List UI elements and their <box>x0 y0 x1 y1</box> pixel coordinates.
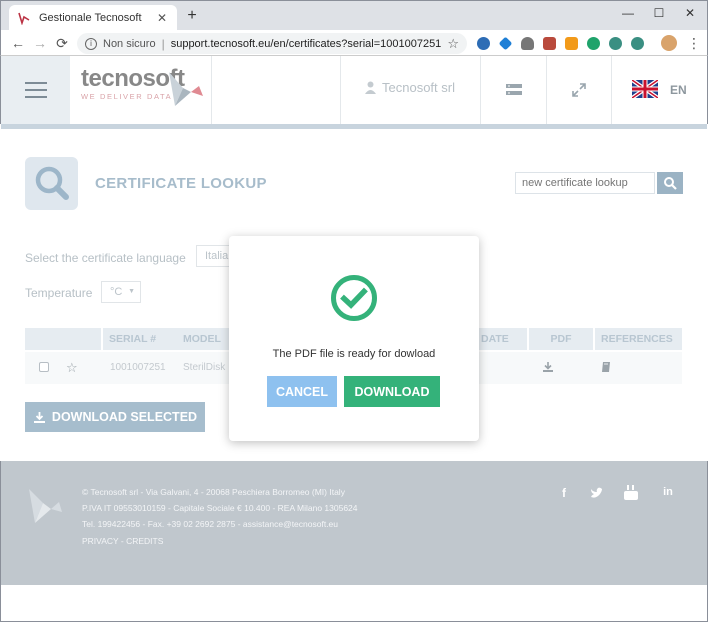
extension-icon-eye-2[interactable] <box>631 37 644 50</box>
crane-logo-icon <box>169 72 203 106</box>
facebook-icon[interactable]: f <box>556 486 572 500</box>
row-model: SterilDisk <box>183 362 226 373</box>
language-label: Select the certificate language <box>25 251 186 265</box>
user-icon <box>365 81 376 94</box>
browser-toolbar: ← → ⟳ i Non sicuro | support.tecnosoft.e… <box>0 30 708 56</box>
header-divider <box>546 56 547 124</box>
browser-tab[interactable]: Gestionale Tecnosoft ✕ <box>9 5 177 31</box>
lookup-search-button[interactable] <box>657 172 683 194</box>
url-text[interactable]: support.tecnosoft.eu/en/certificates?ser… <box>171 38 448 50</box>
column-date[interactable]: DATE <box>475 328 527 350</box>
bookmark-star-icon[interactable]: ☆ <box>447 36 459 52</box>
temperature-value: °C <box>110 286 123 298</box>
star-icon[interactable]: ☆ <box>66 360 78 376</box>
column-references[interactable]: REFERENCES <box>595 328 682 350</box>
dropbox-icon[interactable] <box>498 36 513 51</box>
book-icon[interactable] <box>600 361 612 373</box>
row-serial: 1001007251 <box>110 362 166 373</box>
footer-contacts[interactable]: Tel. 199422456 - Fax. +39 02 2692 2875 -… <box>82 519 338 529</box>
footer-address: © Tecnosoft srl - Via Galvani, 4 - 20068… <box>82 487 345 497</box>
download-button[interactable]: DOWNLOAD <box>344 376 440 407</box>
temperature-label: Temperature <box>25 286 93 300</box>
youtube-icon[interactable] <box>624 485 638 500</box>
reload-button[interactable]: ⟳ <box>53 34 71 52</box>
maximize-button[interactable]: ☐ <box>644 3 674 23</box>
language-selector[interactable]: EN <box>670 83 687 97</box>
profile-avatar-icon[interactable] <box>661 35 677 51</box>
rss-icon[interactable] <box>565 37 578 50</box>
fullscreen-icon[interactable] <box>569 80 589 100</box>
column-serial[interactable]: SERIAL # <box>103 328 177 350</box>
browser-tab-bar: Gestionale Tecnosoft ✕ + — ☐ ✕ <box>0 0 708 31</box>
column-pdf[interactable]: PDF <box>529 328 593 350</box>
page-title: CERTIFICATE LOOKUP <box>95 175 267 192</box>
temperature-select[interactable]: °C ▼ <box>101 281 141 303</box>
success-check-icon <box>331 275 377 321</box>
magnifier-icon <box>35 166 69 200</box>
column-model[interactable]: MODEL <box>177 328 231 350</box>
download-ready-dialog: The PDF file is ready for dowload CANCEL… <box>229 236 479 441</box>
dialog-message: The PDF file is ready for dowload <box>272 348 436 360</box>
extension-icon-1[interactable] <box>477 37 490 50</box>
info-icon[interactable]: i <box>85 37 97 50</box>
footer-links[interactable]: PRIVACY - CREDITS <box>82 536 163 546</box>
header-divider <box>611 56 612 124</box>
chevron-down-icon: ▼ <box>128 288 135 295</box>
cloud-icon[interactable] <box>521 37 534 50</box>
tab-title: Gestionale Tecnosoft <box>39 12 142 24</box>
search-icon <box>664 177 677 190</box>
pdf-extension-icon[interactable] <box>543 37 556 50</box>
close-window-button[interactable]: ✕ <box>675 3 705 23</box>
uk-flag-icon[interactable] <box>632 80 658 98</box>
row-checkbox[interactable] <box>39 362 49 372</box>
download-selected-button[interactable]: DOWNLOAD SELECTED <box>25 402 205 432</box>
table-header-select <box>25 328 101 350</box>
forward-button[interactable]: → <box>31 34 49 52</box>
search-tile <box>25 157 78 210</box>
minimize-button[interactable]: — <box>613 3 643 23</box>
hamburger-icon <box>24 82 47 98</box>
site-header: tecnosoft WE DELIVER DATA Tecnosoft srl <box>0 56 708 129</box>
download-selected-label: DOWNLOAD SELECTED <box>51 410 198 424</box>
twitter-icon[interactable] <box>590 487 604 499</box>
company-name: Tecnosoft srl <box>382 80 455 95</box>
server-icon[interactable] <box>504 80 524 100</box>
cancel-button[interactable]: CANCEL <box>267 376 337 407</box>
extension-icon-a[interactable] <box>587 37 600 50</box>
extension-icon-eye-1[interactable] <box>609 37 622 50</box>
header-divider <box>480 56 481 124</box>
address-bar[interactable]: i Non sicuro | support.tecnosoft.eu/en/c… <box>77 33 467 54</box>
pdf-download-icon[interactable] <box>542 361 554 373</box>
certificate-lookup-input[interactable] <box>515 172 655 194</box>
footer-vat: P.IVA IT 09553010159 - Capitale Sociale … <box>82 503 358 513</box>
footer-crane-logo-icon <box>29 489 62 523</box>
menu-button[interactable] <box>1 56 70 124</box>
security-label: Non sicuro <box>103 37 156 50</box>
url-separator: | <box>161 36 165 51</box>
tecnosoft-logo[interactable]: tecnosoft WE DELIVER DATA <box>81 66 211 116</box>
new-tab-button[interactable]: + <box>183 7 201 25</box>
tab-close-icon[interactable]: ✕ <box>155 11 169 25</box>
tecnosoft-favicon-icon <box>17 11 31 26</box>
linkedin-icon[interactable]: in <box>660 486 676 498</box>
page-bottom-area <box>0 585 708 622</box>
download-icon <box>33 411 45 423</box>
user-menu[interactable]: Tecnosoft srl <box>365 80 455 95</box>
header-divider <box>211 56 212 124</box>
header-divider <box>340 56 341 124</box>
back-button[interactable]: ← <box>9 34 27 52</box>
header-underline <box>1 124 707 129</box>
browser-menu-icon[interactable]: ⋮ <box>685 34 703 52</box>
